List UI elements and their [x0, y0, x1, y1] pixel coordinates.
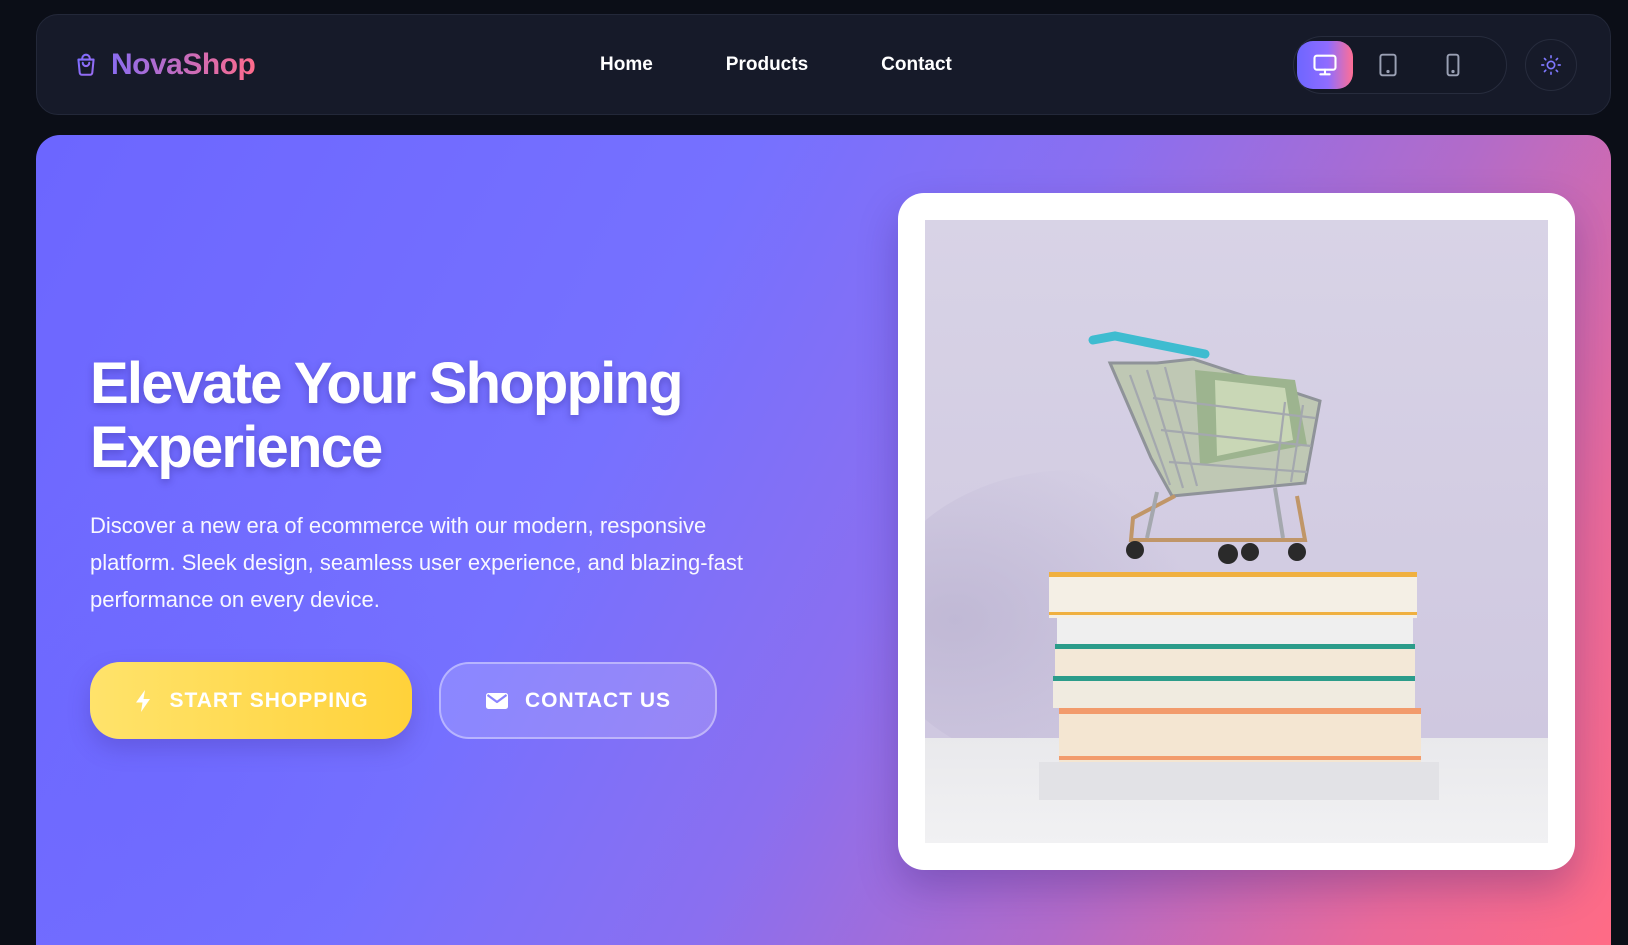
contact-us-label: CONTACT US [524, 688, 672, 712]
desktop-icon [1313, 54, 1337, 76]
start-shopping-label: START SHOPPING [169, 688, 369, 712]
nav-link-products[interactable]: Products [726, 54, 808, 76]
sun-icon [1541, 55, 1561, 75]
top-navbar: NovaShop Home Products Contact [36, 14, 1611, 115]
hero-image [925, 220, 1548, 843]
main-nav: Home Products Contact [600, 15, 952, 114]
shopping-bag-icon [77, 53, 95, 76]
hero-title-line-1: Elevate Your Shopping [90, 351, 684, 416]
theme-toggle-button[interactable] [1525, 39, 1577, 91]
nav-link-home[interactable]: Home [600, 54, 653, 76]
start-shopping-button[interactable]: START SHOPPING [90, 662, 412, 739]
tablet-view-button[interactable] [1360, 41, 1416, 89]
hero-title: Elevate Your Shopping Experience [90, 352, 790, 480]
mobile-view-button[interactable] [1425, 41, 1481, 89]
brand-logo[interactable]: NovaShop [73, 15, 256, 114]
shopping-cart-books-illustration [925, 220, 1548, 843]
hero-description: Discover a new era of ecommerce with our… [90, 513, 744, 612]
desktop-view-button[interactable] [1297, 41, 1353, 89]
hero-title-line-2: Experience [90, 415, 383, 480]
nav-link-contact[interactable]: Contact [881, 54, 952, 76]
brand-name: NovaShop [111, 47, 256, 81]
envelope-icon [485, 692, 508, 709]
tablet-icon [1379, 53, 1397, 77]
device-preview-toggle [1293, 36, 1507, 94]
hero-image-card [898, 193, 1575, 870]
bolt-icon [136, 689, 151, 712]
contact-us-button[interactable]: CONTACT US [439, 662, 717, 739]
mobile-icon [1446, 53, 1460, 77]
hero-section: Elevate Your Shopping Experience Discove… [36, 135, 1611, 945]
